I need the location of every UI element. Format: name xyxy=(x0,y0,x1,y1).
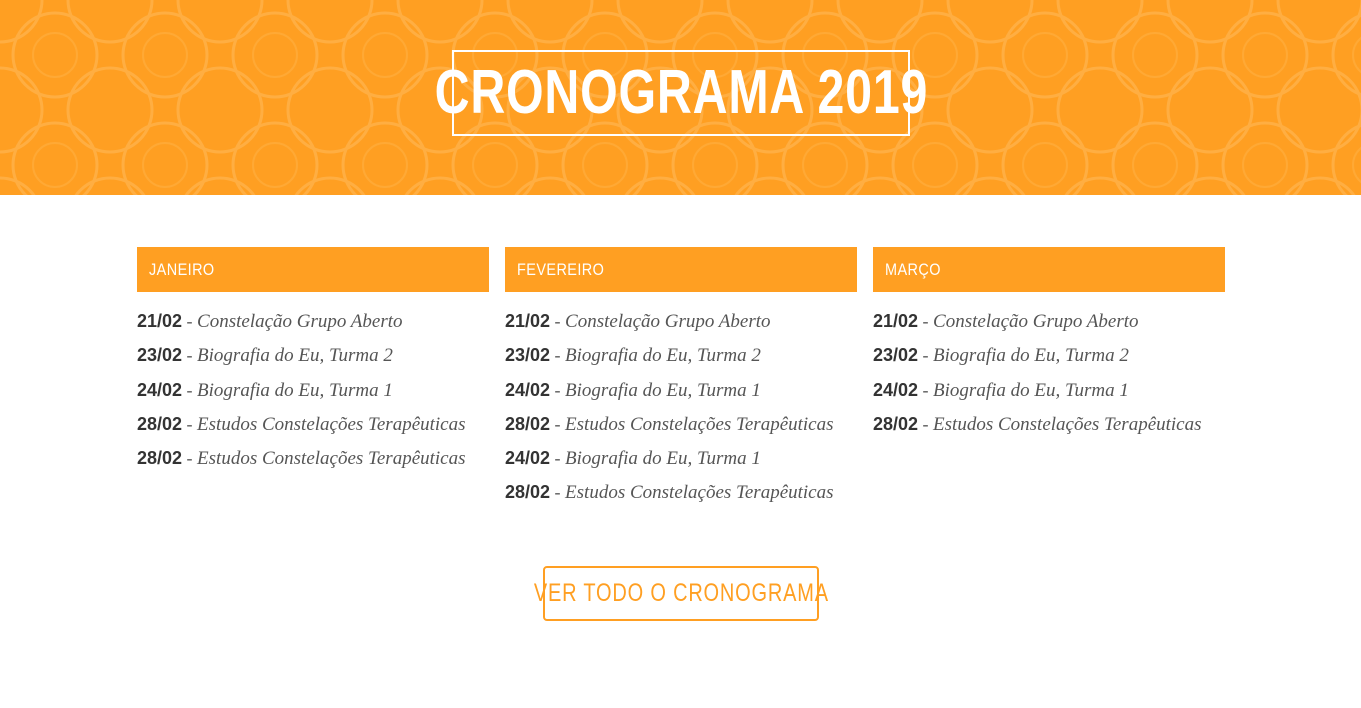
event-date: 24/02 xyxy=(505,448,551,469)
list-item: 24/02 - Biografia do Eu, Turma 1 xyxy=(505,448,761,470)
list-item: 28/02 - Estudos Constelações Terapêutica… xyxy=(505,413,834,435)
list-item: 28/02 - Estudos Constelações Terapêutica… xyxy=(873,413,1202,435)
event-date: 28/02 xyxy=(137,448,183,469)
view-full-schedule-label: VER TODO O CRONOGRAMA xyxy=(533,579,829,607)
month-header: MARÇO xyxy=(873,247,1225,292)
event-date: 24/02 xyxy=(137,379,183,400)
list-item: 28/02 - Estudos Constelações Terapêutica… xyxy=(505,482,834,504)
hero-title-frame: CRONOGRAMA 2019 xyxy=(434,50,927,136)
month-header: FEVEREIRO xyxy=(505,247,857,292)
event-title: Biografia do Eu, Turma 2 xyxy=(933,345,1129,367)
month-header: JANEIRO xyxy=(137,247,489,292)
event-title: Estudos Constelações Terapêuticas xyxy=(197,413,466,435)
event-date: 28/02 xyxy=(505,413,551,434)
list-item: 28/02 - Estudos Constelações Terapêutica… xyxy=(137,413,466,435)
schedule-columns: JANEIRO 21/02 - Constelação Grupo Aberto… xyxy=(137,247,1225,507)
event-list: 21/02 - Constelação Grupo Aberto 23/02 -… xyxy=(137,304,489,475)
page-title: CRONOGRAMA 2019 xyxy=(434,58,928,127)
event-date: 28/02 xyxy=(873,413,919,434)
list-item: 23/02 - Biografia do Eu, Turma 2 xyxy=(873,345,1129,367)
event-date: 23/02 xyxy=(137,345,183,366)
list-item: 21/02 - Constelação Grupo Aberto xyxy=(873,311,1139,332)
event-date: 28/02 xyxy=(505,482,551,503)
month-name: FEVEREIRO xyxy=(517,259,605,279)
event-title: Estudos Constelações Terapêuticas xyxy=(565,482,834,504)
event-title: Biografia do Eu, Turma 2 xyxy=(197,345,393,367)
list-item: 23/02 - Biografia do Eu, Turma 2 xyxy=(137,345,393,367)
event-title: Constelação Grupo Aberto xyxy=(197,311,403,332)
event-title: Biografia do Eu, Turma 2 xyxy=(565,345,761,367)
event-date: 21/02 xyxy=(137,311,183,331)
event-date: 23/02 xyxy=(873,345,919,366)
event-title: Estudos Constelações Terapêuticas xyxy=(933,413,1202,435)
hero-banner: CRONOGRAMA 2019 xyxy=(0,0,1361,195)
event-date: 24/02 xyxy=(505,379,551,400)
event-date: 21/02 xyxy=(873,311,919,331)
list-item: 24/02 - Biografia do Eu, Turma 1 xyxy=(873,379,1129,401)
month-column-janeiro: JANEIRO 21/02 - Constelação Grupo Aberto… xyxy=(137,247,489,475)
list-item: 21/02 - Constelação Grupo Aberto xyxy=(505,311,771,332)
event-title: Estudos Constelações Terapêuticas xyxy=(565,413,834,435)
event-title: Biografia do Eu, Turma 1 xyxy=(197,379,393,401)
list-item: 28/02 - Estudos Constelações Terapêutica… xyxy=(137,448,466,470)
list-item: 23/02 - Biografia do Eu, Turma 2 xyxy=(505,345,761,367)
event-title: Estudos Constelações Terapêuticas xyxy=(197,448,466,470)
event-title: Constelação Grupo Aberto xyxy=(565,311,771,332)
event-title: Biografia do Eu, Turma 1 xyxy=(933,379,1129,401)
list-item: 24/02 - Biografia do Eu, Turma 1 xyxy=(505,379,761,401)
list-item: 21/02 - Constelação Grupo Aberto xyxy=(137,311,403,332)
event-date: 23/02 xyxy=(505,345,551,366)
month-column-marco: MARÇO 21/02 - Constelação Grupo Aberto 2… xyxy=(873,247,1225,441)
event-list: 21/02 - Constelação Grupo Aberto 23/02 -… xyxy=(873,304,1225,441)
month-name: JANEIRO xyxy=(149,259,215,279)
view-full-schedule-button[interactable]: VER TODO O CRONOGRAMA xyxy=(534,566,828,621)
event-title: Biografia do Eu, Turma 1 xyxy=(565,379,761,401)
event-title: Biografia do Eu, Turma 1 xyxy=(565,448,761,470)
month-name: MARÇO xyxy=(885,259,941,279)
list-item: 24/02 - Biografia do Eu, Turma 1 xyxy=(137,379,393,401)
event-date: 24/02 xyxy=(873,379,919,400)
event-list: 21/02 - Constelação Grupo Aberto 23/02 -… xyxy=(505,304,857,510)
event-title: Constelação Grupo Aberto xyxy=(933,311,1139,332)
month-column-fevereiro: FEVEREIRO 21/02 - Constelação Grupo Aber… xyxy=(505,247,857,510)
event-date: 28/02 xyxy=(137,413,183,434)
event-date: 21/02 xyxy=(505,311,551,331)
